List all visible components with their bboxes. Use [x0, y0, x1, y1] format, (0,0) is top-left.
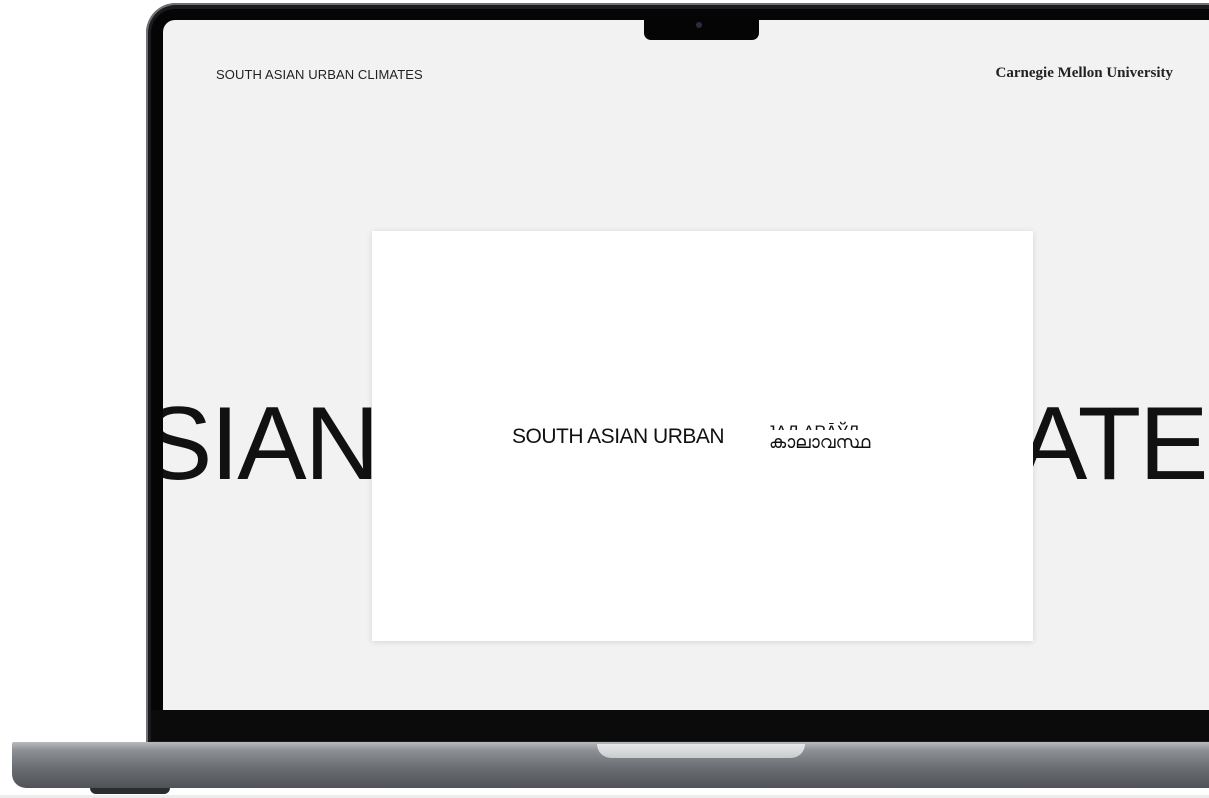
hero-text-left: SIAN	[163, 386, 380, 502]
card-script-word: ЈАЛ АРĀЎЛ കാലാവസ്ഥ	[767, 419, 907, 459]
camera-notch	[644, 18, 759, 40]
laptop-screen: SOUTH ASIAN URBAN CLIMATES Carnegie Mell…	[163, 20, 1209, 710]
camera-icon	[696, 22, 702, 28]
intro-card: SOUTH ASIAN URBAN ЈАЛ АРĀЎЛ കാലാവസ്ഥ	[372, 231, 1033, 641]
card-clipped-text: ЈАЛ АРĀЎЛ	[767, 419, 907, 430]
laptop-foot	[90, 788, 170, 794]
hero-text-right: ATE	[1018, 386, 1209, 502]
site-title[interactable]: SOUTH ASIAN URBAN CLIMATES	[216, 67, 423, 82]
laptop-mockup: SOUTH ASIAN URBAN CLIMATES Carnegie Mell…	[0, 0, 1209, 798]
card-title: SOUTH ASIAN URBAN	[512, 425, 725, 448]
card-malayalam-text: കാലാവസ്ഥ	[769, 432, 871, 453]
laptop-lid-opening	[597, 744, 805, 758]
laptop-chin	[151, 710, 1209, 741]
university-logo[interactable]: Carnegie Mellon University	[996, 65, 1173, 82]
